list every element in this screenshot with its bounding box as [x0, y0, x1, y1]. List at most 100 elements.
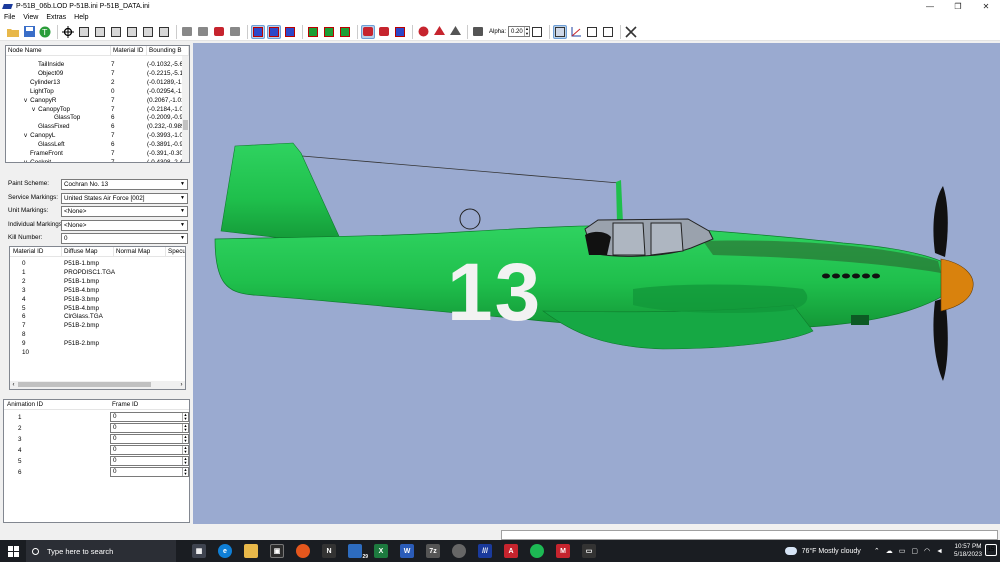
taskbar-search[interactable]: Type here to search [26, 540, 176, 562]
file-explorer-icon[interactable] [244, 544, 258, 558]
node-tree-scrollbar[interactable] [182, 56, 189, 162]
blue-box-icon[interactable] [283, 25, 297, 39]
word-icon[interactable]: W [400, 544, 414, 558]
spinner-arrows-icon[interactable]: ▲ ▼ [182, 424, 188, 432]
alpha-spinner-icon[interactable]: ▲ ▼ [524, 26, 529, 36]
open-folder-icon[interactable] [6, 25, 20, 39]
material-row[interactable]: 9 P51B-2.bmp [10, 339, 185, 348]
paint-scheme-select[interactable]: Cochran No. 13 ▼ [61, 179, 188, 190]
gray-box-icon[interactable] [180, 25, 194, 39]
view-top-icon[interactable] [141, 25, 155, 39]
windows-start-icon[interactable] [0, 540, 26, 562]
green-box-icon[interactable] [338, 25, 352, 39]
material-list-scrollbar[interactable]: ‹ › [10, 381, 185, 389]
node-name-column[interactable]: Node Name [6, 46, 111, 55]
alpha-input[interactable]: 0.20 ▲ ▼ [508, 26, 531, 37]
red-cube-icon[interactable] [361, 24, 375, 39]
node-tree-row[interactable]: GlassFixed 6 (0.232,-0.989 [6, 122, 186, 131]
node-tree-row[interactable]: v CanopyR 7 (0.2067,-1.01 [6, 96, 186, 105]
minimize-button[interactable]: — [916, 0, 944, 12]
save-icon[interactable] [22, 25, 36, 39]
red-sphere-icon[interactable] [416, 25, 430, 39]
clock[interactable]: 10:57 PM 5/18/2023 [954, 543, 982, 559]
wifi-icon[interactable]: ◠ [924, 547, 930, 555]
tools-icon[interactable] [624, 25, 638, 39]
material-row[interactable]: 4 P51B-3.bmp [10, 295, 185, 304]
display-icon[interactable]: ▢ [911, 547, 918, 555]
dark-cube-icon[interactable] [471, 25, 485, 39]
node-tree-row[interactable]: TailInside 7 (-0.1032,-5.6 [6, 60, 186, 69]
individual-markings-select[interactable]: <None> ▼ [61, 220, 188, 231]
material-row[interactable]: 1 PROPDISC1.TGA [10, 268, 185, 277]
expand-toggle-icon[interactable]: v [24, 132, 27, 139]
view-right-icon[interactable] [125, 25, 139, 39]
spotify-icon[interactable] [530, 544, 544, 558]
material-row[interactable]: 6 ClrGlass.TGA [10, 312, 185, 321]
spinner-arrows-icon[interactable]: ▲ ▼ [182, 435, 188, 443]
cube-outline-icon[interactable] [601, 25, 615, 39]
node-tree-row[interactable]: v CanopyTop 7 (-0.2184,-1.0 [6, 105, 186, 114]
chevron-left-icon[interactable]: ‹ [10, 381, 17, 389]
kill-number-select[interactable]: 0 ▼ [61, 233, 188, 244]
app-sphere-icon[interactable] [452, 544, 466, 558]
node-tree[interactable]: Node Name Material ID Bounding B TailIns… [5, 45, 190, 163]
weather-widget[interactable]: 76°F Mostly cloudy [784, 547, 861, 555]
material-row[interactable]: 3 P51B-4.bmp [10, 286, 185, 295]
frame-id-spinner[interactable]: 0 ▲ ▼ [110, 467, 189, 477]
grid-icon[interactable] [585, 25, 599, 39]
green-box-icon[interactable] [322, 25, 336, 39]
firefox-icon[interactable] [296, 544, 310, 558]
mail-icon[interactable]: 29 [348, 544, 368, 560]
unit-markings-select[interactable]: <None> ▼ [61, 206, 188, 217]
material-row[interactable]: 7 P51B-2.bmp [10, 321, 185, 330]
blue-box-icon[interactable] [393, 25, 407, 39]
red-cube-icon[interactable] [377, 25, 391, 39]
app-n-icon[interactable]: N [322, 544, 336, 558]
chevron-right-icon[interactable]: › [178, 381, 185, 389]
menu-file[interactable]: File [0, 14, 19, 21]
menu-help[interactable]: Help [70, 14, 92, 21]
chevron-up-icon[interactable]: ⌃ [874, 547, 880, 555]
view-left-icon[interactable] [109, 25, 123, 39]
node-tree-row[interactable]: GlassTop 6 (-0.2009,-0.9 [6, 113, 186, 122]
blue-box-icon[interactable] [267, 24, 281, 39]
material-row[interactable]: 8 [10, 330, 185, 339]
service-markings-select[interactable]: United States Air Force [002] ▼ [61, 193, 188, 204]
3d-viewport[interactable]: 13 [193, 43, 1000, 524]
terminal-icon[interactable]: ▭ [582, 544, 596, 558]
normal-map-column[interactable]: Normal Map [114, 247, 166, 257]
menu-extras[interactable]: Extras [42, 14, 70, 21]
close-button[interactable]: ✕ [972, 0, 1000, 12]
wireframe-icon[interactable] [553, 24, 568, 39]
expand-toggle-icon[interactable]: v [32, 106, 35, 113]
material-row[interactable]: 10 [10, 348, 185, 357]
material-id-column[interactable]: Material ID [10, 247, 62, 257]
expand-toggle-icon[interactable]: v [24, 97, 27, 104]
notifications-icon[interactable]: 15 [985, 544, 997, 556]
spinner-arrows-icon[interactable]: ▲ ▼ [182, 446, 188, 454]
node-tree-row[interactable]: GlassLeft 6 (-0.3891,-0.9 [6, 140, 186, 149]
zoom-target-icon[interactable] [61, 25, 75, 39]
photos-icon[interactable]: 7z [426, 544, 440, 558]
volume-icon[interactable]: ◄ [936, 548, 943, 555]
blue-box-icon[interactable] [251, 24, 265, 39]
material-row[interactable]: 0 P51B-1.bmp [10, 259, 185, 268]
material-row[interactable]: 2 P51B-1.bmp [10, 277, 185, 286]
expand-toggle-icon[interactable]: v [24, 159, 27, 162]
material-list[interactable]: Material ID Diffuse Map Normal Map Specu… [9, 246, 186, 390]
frame-id-spinner[interactable]: 0 ▲ ▼ [110, 456, 189, 466]
texture-icon[interactable]: T [38, 25, 52, 39]
onedrive-icon[interactable]: ☁ [886, 547, 893, 555]
restore-button[interactable]: ❐ [944, 0, 972, 12]
specular-map-column[interactable]: Specu [166, 247, 185, 257]
edge-icon[interactable]: e [218, 544, 232, 558]
node-tree-row[interactable]: Cylinder13 2 (-0.01289,-1. [6, 78, 186, 87]
material-row[interactable]: 5 P51B-4.bmp [10, 304, 185, 313]
excel-icon[interactable]: X [374, 544, 388, 558]
battery-icon[interactable]: ▭ [899, 547, 906, 555]
mcafee-icon[interactable]: M [556, 544, 570, 558]
task-view-icon[interactable]: ▦ [192, 544, 206, 558]
frame-id-spinner[interactable]: 0 ▲ ▼ [110, 434, 189, 444]
view-front-icon[interactable] [77, 25, 91, 39]
node-tree-row[interactable]: v CanopyL 7 (-0.3993,-1.0 [6, 131, 186, 140]
